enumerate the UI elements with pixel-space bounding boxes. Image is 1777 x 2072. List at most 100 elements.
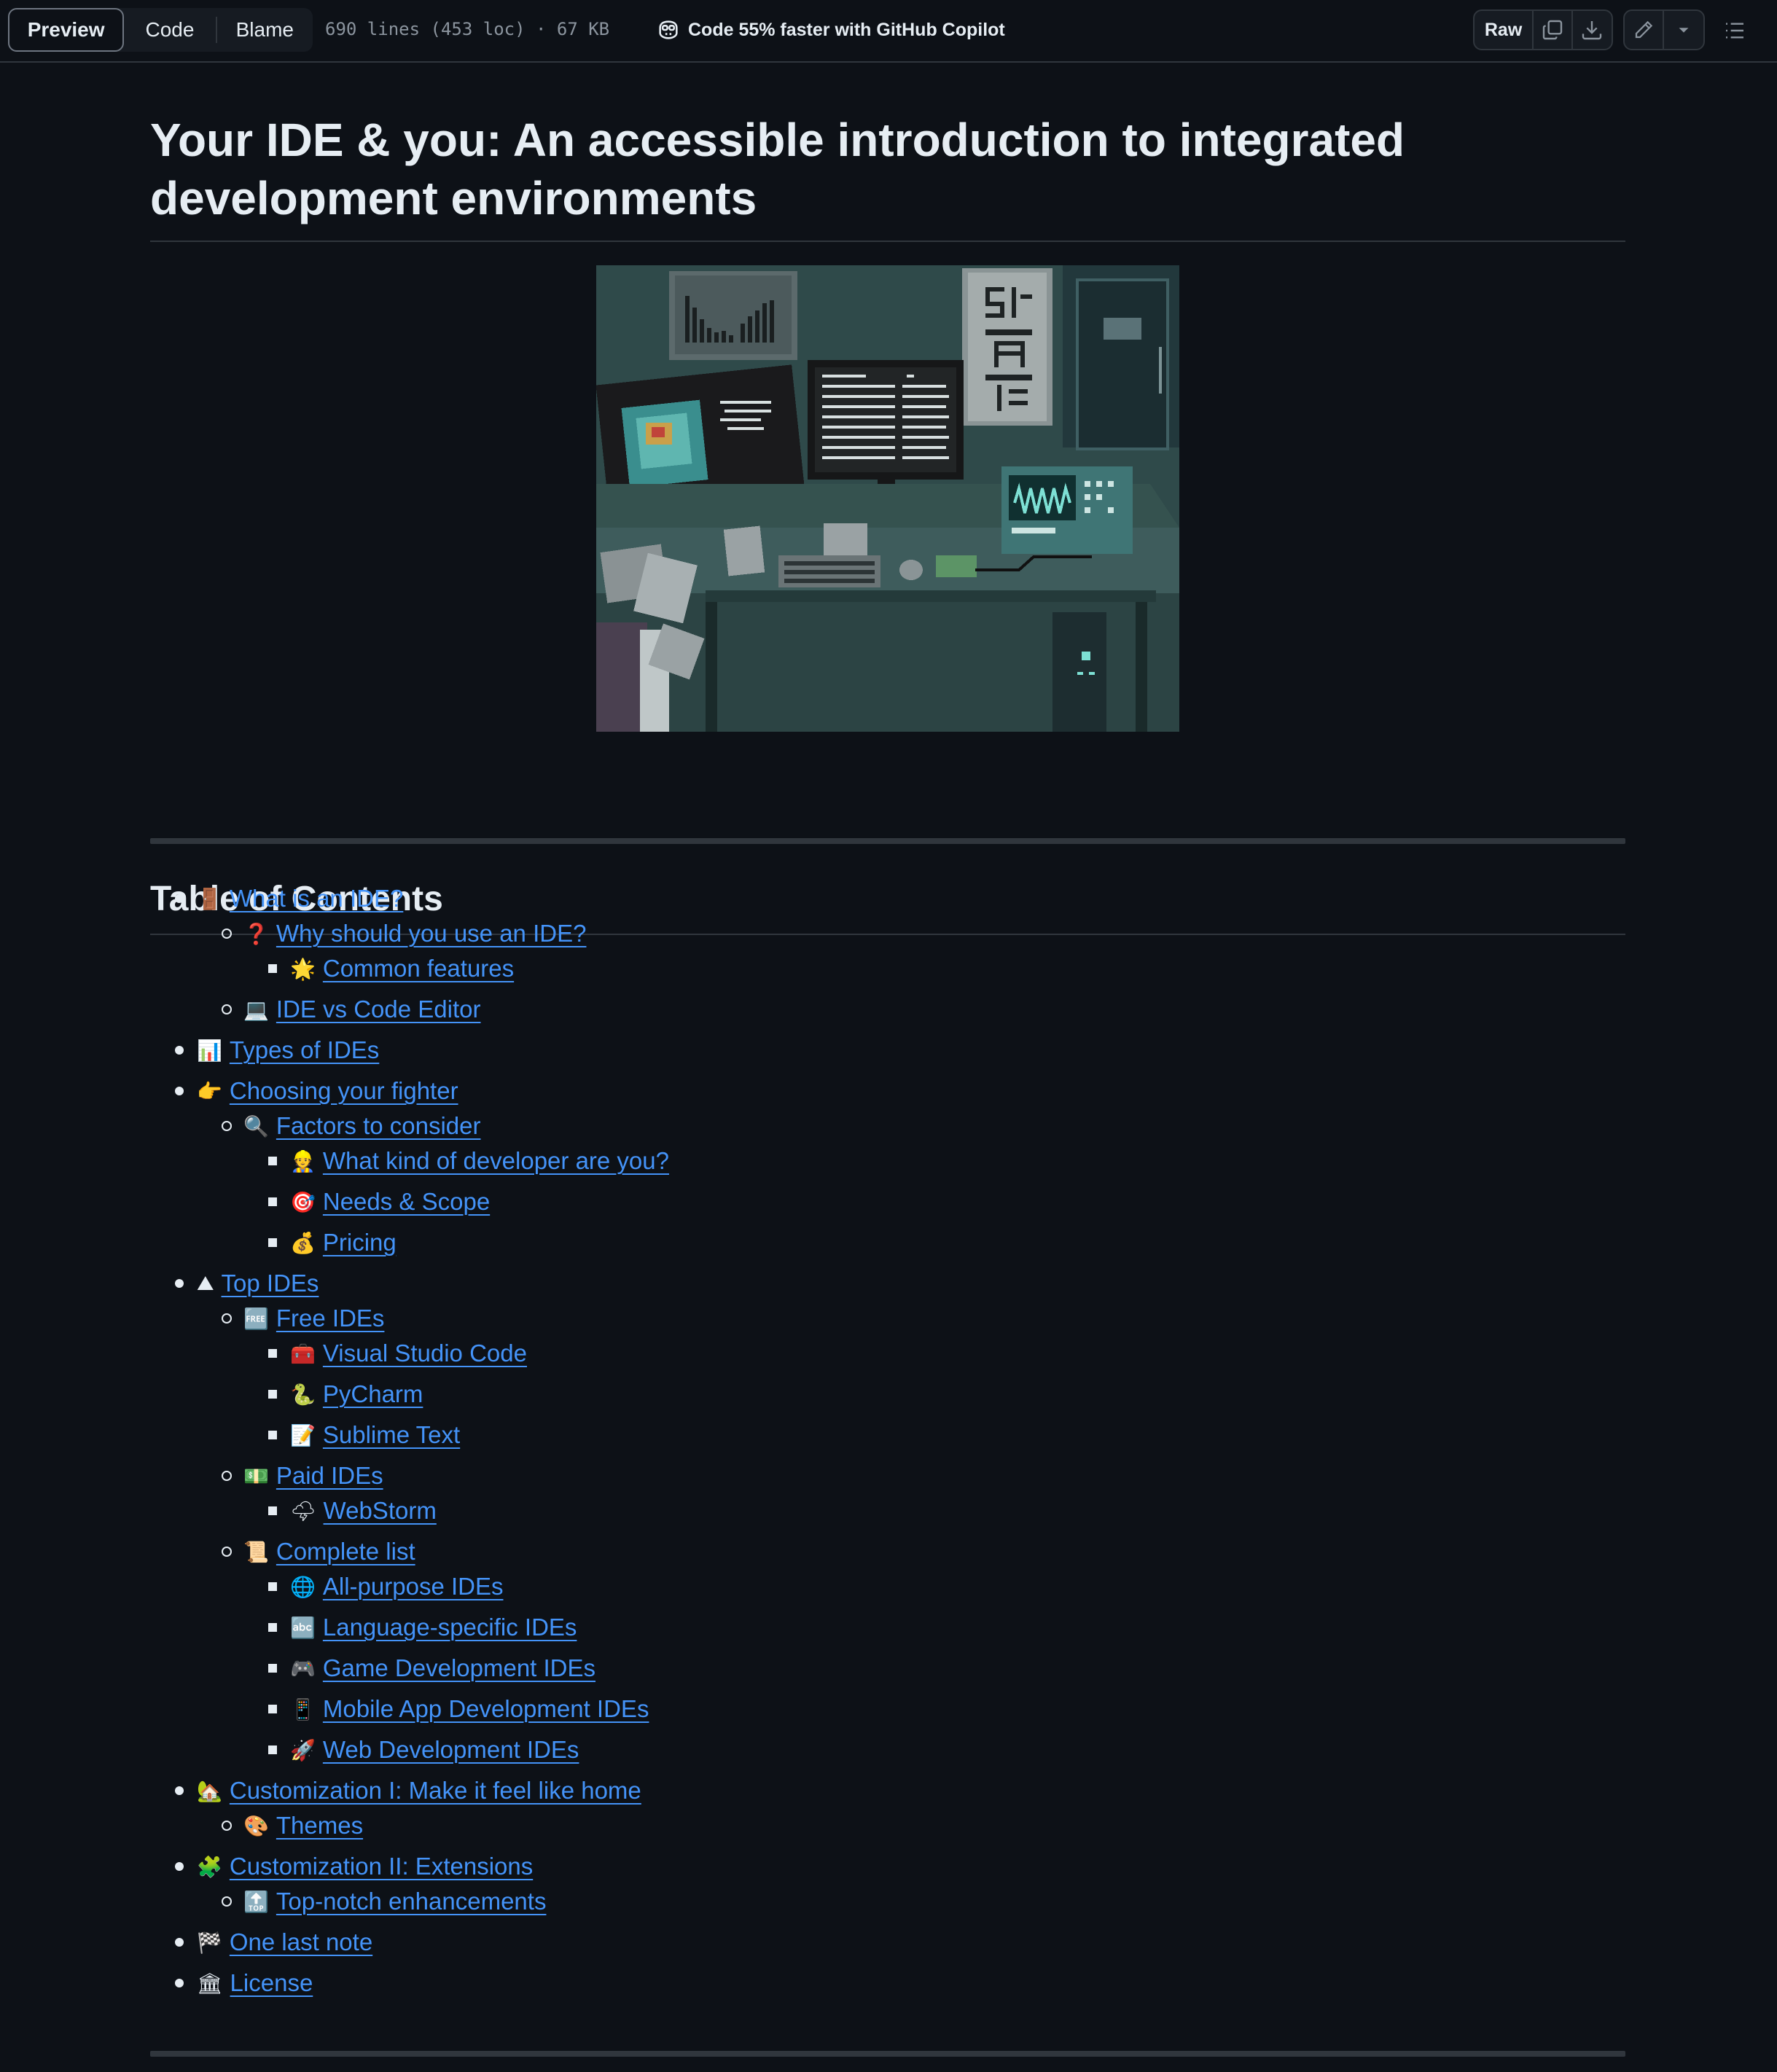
toc-link[interactable]: Themes [276,1812,363,1840]
download-icon [1582,21,1602,40]
toc-item-paid-ides: 💵 Paid IDEs [222,1461,383,1490]
toc-item-types-of-ides: 📊 Types of IDEs [175,1036,379,1065]
toc-item-needs-and-scope: 🎯 Needs & Scope [268,1187,490,1216]
toc-item-mobile-app-development-ides: 📱 Mobile App Development IDEs [268,1694,649,1724]
toc-link[interactable]: Complete list [276,1538,415,1565]
list-bullet [268,1745,277,1754]
toc-link[interactable]: Customization I: Make it feel like home [230,1777,641,1805]
toc-item-language-specific-ides: 🔤 Language-specific IDEs [268,1613,577,1642]
toc-link[interactable]: Free IDEs [276,1305,385,1332]
toc-link[interactable]: Choosing your fighter [230,1077,458,1105]
toc-emoji-icon: 🌟 [290,956,316,981]
copilot-promo-link[interactable]: Code 55% faster with GitHub Copilot [656,17,1005,42]
section-rule-1 [150,838,1625,844]
title-underline [150,241,1625,242]
list-bullet [175,1979,184,1987]
toc-item-all-purpose-ides: 🌐 All-purpose IDEs [268,1572,504,1601]
toc-link[interactable]: All-purpose IDEs [323,1573,504,1600]
copy-raw-button[interactable] [1534,11,1573,49]
list-bullet [268,1197,277,1206]
tab-preview[interactable]: Preview [8,8,125,52]
toc-emoji-icon: 🐍 [290,1382,316,1407]
list-bullet [222,929,232,939]
list-bullet [175,1279,184,1288]
toc-link[interactable]: What kind of developer are you? [323,1147,669,1175]
tab-code[interactable]: Code [124,8,215,52]
list-bullet [268,1705,277,1713]
toc-item-what-is-an-ide: 🚪 What is an IDE? [175,884,403,913]
toc-link[interactable]: Common features [323,955,514,982]
toc-link[interactable]: License [230,1969,313,1997]
list-bullet [268,1238,277,1247]
toc-link[interactable]: Customization II: Extensions [230,1853,533,1880]
list-bullet [222,1121,232,1131]
toc-emoji-icon: 🔤 [290,1615,316,1640]
toc-item-ide-vs-code-editor: 💻 IDE vs Code Editor [222,995,481,1024]
toc-link[interactable]: Language-specific IDEs [323,1614,577,1641]
hero-image [596,265,1179,732]
toc-link[interactable]: Game Development IDEs [323,1654,595,1682]
list-bullet [268,964,277,973]
toc-item-complete-list: 📜 Complete list [222,1537,415,1566]
page-title: Your IDE & you: An accessible introducti… [150,114,1405,224]
toc-item-factors-to-consider: 🔍 Factors to consider [222,1111,481,1141]
copy-icon [1542,20,1563,40]
list-bullet [222,1821,232,1831]
toc-emoji-icon: 📜 [243,1539,269,1564]
toc-link[interactable]: WebStorm [324,1497,437,1525]
toc-emoji-icon: ❓ [243,921,269,946]
toc-link[interactable]: Types of IDEs [230,1036,379,1064]
toc-item-free-ides: 🆓 Free IDEs [222,1304,385,1333]
toc-link[interactable]: What is an IDE? [230,885,403,912]
chevron-down-icon [1679,28,1689,33]
list-bullet [175,894,184,903]
toc-item-pycharm: 🐍 PyCharm [268,1380,423,1409]
list-bullet [175,1862,184,1871]
toc-link[interactable]: Top-notch enhancements [276,1888,547,1915]
outline-list-icon [1726,23,1743,39]
list-bullet [268,1506,277,1515]
toc-link[interactable]: Sublime Text [323,1421,460,1449]
list-bullet [175,1786,184,1795]
toc-item-one-last-note: 🏁 One last note [175,1928,372,1957]
edit-options-dropdown[interactable] [1664,11,1703,49]
list-bullet [175,1938,184,1947]
toc-item-game-development-ides: 🎮 Game Development IDEs [268,1654,595,1683]
toc-link[interactable]: IDE vs Code Editor [276,996,481,1023]
toc-link[interactable]: Needs & Scope [323,1188,490,1216]
list-bullet [268,1582,277,1591]
toc-link[interactable]: Top IDEs [222,1270,319,1297]
toc-emoji-icon: 🏡 [197,1778,222,1803]
list-bullet [222,1547,232,1557]
toc-link[interactable]: Mobile App Development IDEs [323,1695,649,1723]
toc-emoji-icon: 🎨 [243,1813,269,1838]
copilot-promo-text: Code 55% faster with GitHub Copilot [688,19,1005,40]
toc-link[interactable]: Why should you use an IDE? [276,920,587,947]
toc-link[interactable]: PyCharm [323,1380,423,1408]
list-bullet [268,1623,277,1632]
toc-emoji-icon: 🏁 [197,1930,222,1955]
toc-item-visual-studio-code: 🧰 Visual Studio Code [268,1339,527,1368]
toc-emoji-icon: 📱 [290,1697,316,1721]
toc-link[interactable]: Web Development IDEs [323,1736,579,1764]
raw-button[interactable]: Raw [1475,11,1534,49]
toc-link[interactable]: One last note [230,1928,372,1956]
outline-toggle-button[interactable] [1717,13,1752,48]
toc-link[interactable]: Factors to consider [276,1112,481,1140]
toc-link[interactable]: Visual Studio Code [323,1340,527,1367]
toc-link[interactable]: Paid IDEs [276,1462,383,1490]
list-bullet [268,1157,277,1165]
list-bullet [222,1004,232,1015]
list-bullet [268,1431,277,1439]
download-raw-button[interactable] [1573,11,1612,49]
tab-blame[interactable]: Blame [217,8,313,52]
edit-file-button[interactable] [1625,11,1664,49]
toc-link[interactable]: Pricing [323,1229,397,1256]
toc-emoji-icon: 🚪 [197,886,222,911]
toc-emoji-icon: 💵 [243,1463,269,1488]
toc-emoji-icon: 💰 [290,1230,316,1255]
list-bullet [222,1313,232,1324]
toc-item-themes: 🎨 Themes [222,1811,363,1840]
toc-emoji-icon: ⛰ [197,1271,214,1295]
toc-item-license: 🏛 License [175,1969,313,1998]
